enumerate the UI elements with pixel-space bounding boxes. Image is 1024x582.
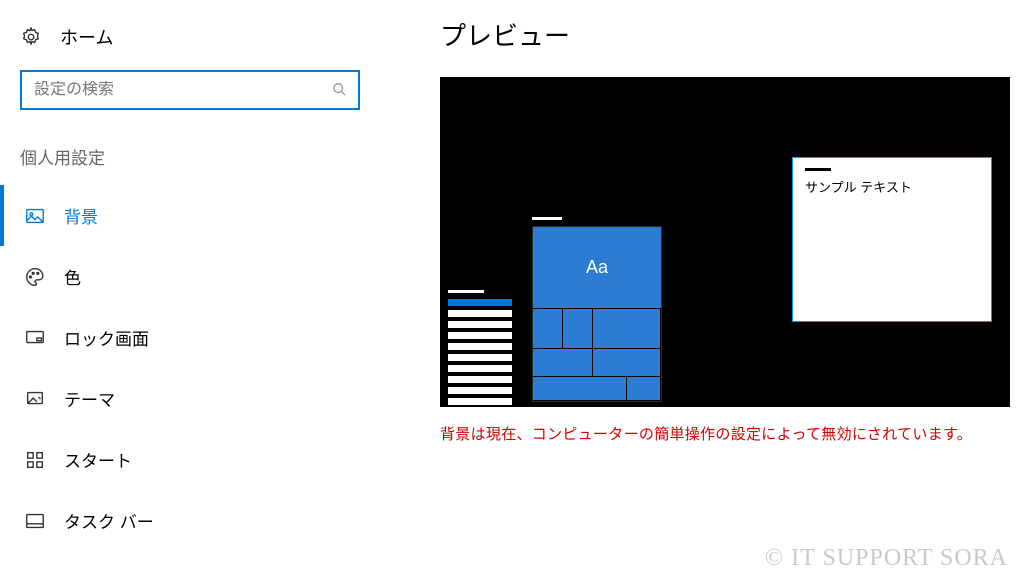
sidebar-item-label: タスク バー bbox=[64, 508, 154, 533]
sidebar-item-label: 背景 bbox=[64, 203, 98, 228]
home-button[interactable]: ホーム bbox=[0, 12, 380, 70]
search-icon bbox=[332, 82, 346, 99]
preview-taskbar bbox=[448, 290, 512, 407]
watermark: © IT SUPPORT SORA bbox=[765, 545, 1008, 572]
paint-icon bbox=[24, 388, 46, 410]
gear-icon bbox=[20, 26, 42, 48]
sidebar-item-label: ロック画面 bbox=[64, 325, 149, 350]
sidebar-item-lockscreen[interactable]: ロック画面 bbox=[0, 307, 380, 368]
sidebar-item-label: 色 bbox=[64, 264, 81, 289]
sidebar-item-label: スタート bbox=[64, 447, 132, 472]
preview-tile-label: Aa bbox=[533, 227, 661, 309]
image-icon bbox=[24, 205, 46, 227]
warning-text: 背景は現在、コンピューターの簡単操作の設定によって無効にされています。 bbox=[440, 423, 1014, 444]
monitor-icon bbox=[24, 327, 46, 349]
sample-text: サンプル テキスト bbox=[805, 180, 912, 195]
preview-start-menu: Aa bbox=[532, 217, 662, 402]
sidebar-item-taskbar[interactable]: タスク バー bbox=[0, 490, 380, 551]
sidebar-item-theme[interactable]: テーマ bbox=[0, 368, 380, 429]
taskbar-icon bbox=[24, 510, 46, 532]
search-input-container[interactable] bbox=[20, 70, 360, 110]
sidebar-item-label: テーマ bbox=[64, 386, 115, 411]
grid-icon bbox=[24, 449, 46, 471]
search-input[interactable] bbox=[34, 81, 315, 99]
palette-icon bbox=[24, 266, 46, 288]
page-title: プレビュー bbox=[440, 16, 1014, 53]
preview-area: Aa サンプル テキスト bbox=[440, 77, 1010, 407]
sidebar-item-color[interactable]: 色 bbox=[0, 246, 380, 307]
sidebar-item-start[interactable]: スタート bbox=[0, 429, 380, 490]
section-header: 個人用設定 bbox=[0, 140, 380, 185]
home-label: ホーム bbox=[60, 24, 113, 50]
sidebar-item-background[interactable]: 背景 bbox=[0, 185, 380, 246]
preview-sample-window: サンプル テキスト bbox=[792, 157, 992, 322]
